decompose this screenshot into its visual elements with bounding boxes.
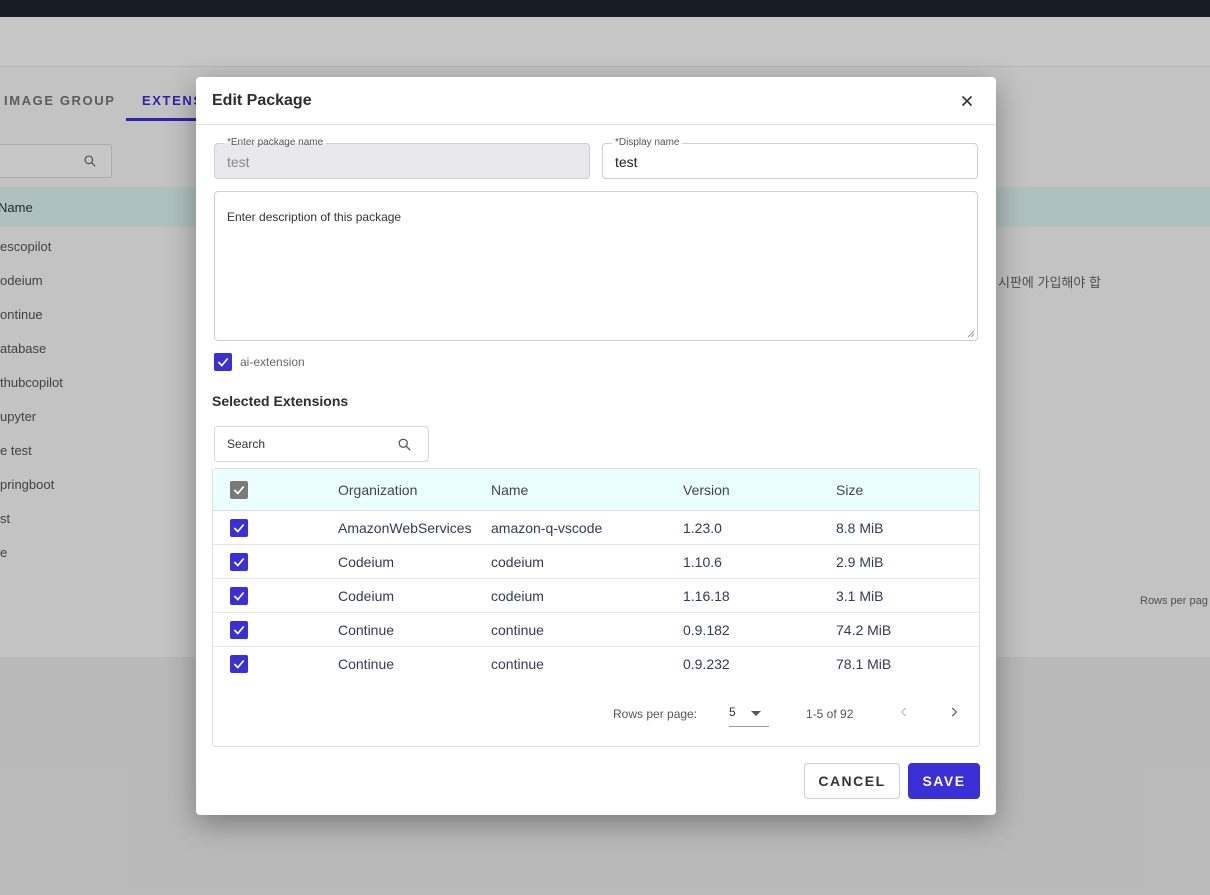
extensions-search-input[interactable]: Search — [214, 426, 429, 462]
row-version: 0.9.232 — [683, 656, 730, 672]
search-placeholder: Search — [227, 437, 266, 451]
chevron-down-icon — [751, 711, 761, 716]
rows-per-page-value: 5 — [729, 705, 736, 719]
rows-per-page-select[interactable]: 5 — [729, 701, 769, 727]
row-checkbox[interactable] — [230, 621, 248, 639]
header-version[interactable]: Version — [683, 482, 730, 498]
selected-extensions-title: Selected Extensions — [212, 393, 349, 409]
dialog-title: Edit Package — [212, 92, 312, 109]
search-icon[interactable] — [397, 437, 412, 452]
row-checkbox[interactable] — [230, 587, 248, 605]
row-size: 3.1 MiB — [836, 588, 884, 604]
table-row[interactable]: AmazonWebServices amazon-q-vscode 1.23.0… — [213, 511, 979, 545]
row-version: 1.16.18 — [683, 588, 730, 604]
pagination-range: 1-5 of 92 — [806, 707, 854, 721]
row-name: codeium — [491, 554, 544, 570]
table-pagination: Rows per page: 5 1-5 of 92 — [213, 695, 979, 735]
table-row[interactable]: Continue continue 0.9.182 74.2 MiB — [213, 613, 979, 647]
description-placeholder: Enter description of this package — [227, 210, 402, 224]
save-button[interactable]: SAVE — [908, 763, 980, 799]
row-name: codeium — [491, 588, 544, 604]
row-size: 2.9 MiB — [836, 554, 884, 570]
table-row[interactable]: Continue continue 0.9.232 78.1 MiB — [213, 647, 979, 681]
chevron-right-icon[interactable] — [947, 705, 961, 719]
row-checkbox[interactable] — [230, 655, 248, 673]
row-name: amazon-q-vscode — [491, 520, 603, 536]
row-size: 78.1 MiB — [836, 656, 892, 672]
header-size[interactable]: Size — [836, 482, 863, 498]
table-header: Organization Name Version Size — [213, 469, 979, 511]
chevron-left-icon[interactable] — [897, 705, 911, 719]
row-checkbox[interactable] — [230, 553, 248, 571]
rows-per-page-label: Rows per page: — [613, 707, 698, 721]
ai-extension-checkbox[interactable] — [214, 353, 232, 371]
select-all-checkbox[interactable] — [230, 481, 248, 499]
table-row[interactable]: Codeium codeium 1.16.18 3.1 MiB — [213, 579, 979, 613]
header-organization[interactable]: Organization — [338, 482, 417, 498]
row-organization: Codeium — [338, 588, 395, 604]
package-name-value: test — [227, 154, 250, 170]
row-version: 1.10.6 — [683, 554, 722, 570]
row-organization: Codeium — [338, 554, 395, 570]
header-name[interactable]: Name — [491, 482, 528, 498]
row-organization: Continue — [338, 622, 395, 638]
description-textarea[interactable]: Enter description of this package — [214, 191, 978, 341]
package-name-label: *Enter package name — [224, 137, 327, 149]
dialog-header: Edit Package — [196, 77, 996, 125]
close-icon[interactable] — [958, 92, 976, 110]
edit-package-dialog: Edit Package *Enter package name test *D… — [196, 77, 996, 815]
display-name-label: *Display name — [612, 137, 683, 149]
extensions-table: Organization Name Version Size AmazonWeb… — [212, 468, 980, 747]
row-size: 74.2 MiB — [836, 622, 892, 638]
row-organization: AmazonWebServices — [338, 520, 472, 536]
resize-grip-icon[interactable] — [967, 330, 975, 338]
ai-extension-label: ai-extension — [240, 355, 305, 369]
row-version: 0.9.182 — [683, 622, 730, 638]
row-name: continue — [491, 622, 544, 638]
display-name-value: test — [615, 154, 638, 170]
row-name: continue — [491, 656, 544, 672]
row-version: 1.23.0 — [683, 520, 722, 536]
row-size: 8.8 MiB — [836, 520, 884, 536]
row-checkbox[interactable] — [230, 519, 248, 537]
row-organization: Continue — [338, 656, 395, 672]
ai-extension-checkbox-row[interactable]: ai-extension — [214, 353, 305, 371]
cancel-button[interactable]: CANCEL — [804, 763, 900, 799]
package-name-field: *Enter package name test — [214, 137, 590, 179]
display-name-field[interactable]: *Display name test — [602, 137, 978, 179]
table-row[interactable]: Codeium codeium 1.10.6 2.9 MiB — [213, 545, 979, 579]
